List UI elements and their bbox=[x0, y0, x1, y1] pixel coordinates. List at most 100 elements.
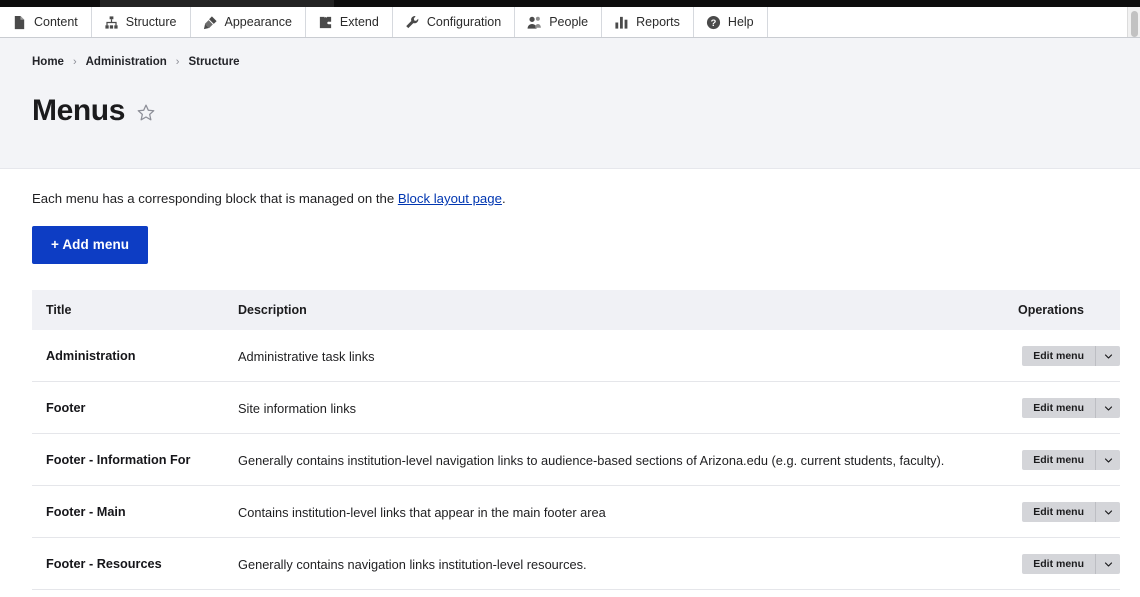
table-row: Footer - Social MediaContains links to s… bbox=[32, 590, 1120, 597]
chevron-down-icon bbox=[1104, 508, 1113, 517]
breadcrumb-item-structure[interactable]: Structure bbox=[188, 56, 239, 68]
menu-title-cell: Footer - Main bbox=[32, 486, 224, 538]
table-row: Footer - MainContains institution-level … bbox=[32, 486, 1120, 538]
chevron-down-icon bbox=[1104, 404, 1113, 413]
page-title: Menus bbox=[32, 96, 125, 126]
operations-toggle-button[interactable] bbox=[1095, 398, 1120, 418]
toolbar-tab-label: Appearance bbox=[225, 16, 292, 29]
operations-toggle-button[interactable] bbox=[1095, 502, 1120, 522]
operations-wrapper: Edit menu bbox=[1004, 450, 1120, 470]
table-row: Footer - Information ForGenerally contai… bbox=[32, 434, 1120, 486]
main-content: Each menu has a corresponding block that… bbox=[0, 169, 1140, 597]
intro-text-suffix: . bbox=[502, 191, 506, 206]
toolbar-tab-label: Extend bbox=[340, 16, 379, 29]
operations-dropbutton[interactable]: Edit menu bbox=[1022, 502, 1120, 522]
page-title-row: Menus bbox=[32, 76, 1140, 146]
operations-wrapper: Edit menu bbox=[1004, 502, 1120, 522]
structure-sitemap-icon bbox=[104, 15, 119, 30]
breadcrumb-separator-icon: › bbox=[73, 56, 77, 68]
toolbar-tab-reports[interactable]: Reports bbox=[602, 7, 694, 37]
toolbar-tab-configuration[interactable]: Configuration bbox=[393, 7, 515, 37]
menu-operations-cell: Edit menu bbox=[1004, 538, 1120, 590]
toolbar-tab-label: Configuration bbox=[427, 16, 501, 29]
admin-top-bar bbox=[0, 0, 1140, 7]
operations-dropbutton[interactable]: Edit menu bbox=[1022, 450, 1120, 470]
column-header-title: Title bbox=[32, 290, 224, 330]
menu-title-cell: Administration bbox=[32, 330, 224, 382]
toolbar-tab-label: Help bbox=[728, 16, 754, 29]
people-users-icon bbox=[527, 15, 542, 30]
toolbar-tab-appearance[interactable]: Appearance bbox=[191, 7, 306, 37]
operations-dropbutton[interactable]: Edit menu bbox=[1022, 554, 1120, 574]
menu-title-cell: Footer - Information For bbox=[32, 434, 224, 486]
table-row: Footer - ResourcesGenerally contains nav… bbox=[32, 538, 1120, 590]
operations-toggle-button[interactable] bbox=[1095, 554, 1120, 574]
add-menu-button[interactable]: + Add menu bbox=[32, 226, 148, 264]
toolbar-tab-structure[interactable]: Structure bbox=[92, 7, 191, 37]
operations-toggle-button[interactable] bbox=[1095, 450, 1120, 470]
menu-description-cell: Administrative task links bbox=[224, 330, 1004, 382]
page-header-band: Home › Administration › Structure Menus bbox=[0, 38, 1140, 169]
configuration-wrench-icon bbox=[405, 15, 420, 30]
menu-description-cell: Contains institution-level links that ap… bbox=[224, 486, 1004, 538]
operations-dropbutton[interactable]: Edit menu bbox=[1022, 346, 1120, 366]
edit-menu-button[interactable]: Edit menu bbox=[1022, 398, 1095, 418]
menu-operations-cell: Edit menu bbox=[1004, 382, 1120, 434]
toolbar-tab-extend[interactable]: Extend bbox=[306, 7, 393, 37]
toolbar-tab-label: Reports bbox=[636, 16, 680, 29]
breadcrumb-item-administration[interactable]: Administration bbox=[86, 56, 167, 68]
menu-operations-cell: Edit menu bbox=[1004, 590, 1120, 597]
intro-text: Each menu has a corresponding block that… bbox=[32, 191, 1120, 206]
block-layout-page-link[interactable]: Block layout page bbox=[398, 191, 502, 206]
star-outline-icon[interactable] bbox=[136, 103, 156, 123]
help-question-icon: ? bbox=[706, 15, 721, 30]
intro-text-prefix: Each menu has a corresponding block that… bbox=[32, 191, 398, 206]
menu-title-cell: Footer - Resources bbox=[32, 538, 224, 590]
menu-operations-cell: Edit menu bbox=[1004, 486, 1120, 538]
chevron-down-icon bbox=[1104, 456, 1113, 465]
edit-menu-button[interactable]: Edit menu bbox=[1022, 554, 1095, 574]
menus-table-head: Title Description Operations bbox=[32, 290, 1120, 330]
toolbar-empty-space bbox=[768, 7, 1140, 37]
svg-text:?: ? bbox=[711, 18, 717, 28]
menu-description-cell: Generally contains navigation links inst… bbox=[224, 538, 1004, 590]
admin-bar-segment bbox=[0, 0, 100, 7]
appearance-paintbrush-icon bbox=[203, 15, 218, 30]
toolbar-tab-help[interactable]: ? Help bbox=[694, 7, 768, 37]
content-page-icon bbox=[12, 15, 27, 30]
breadcrumb: Home › Administration › Structure bbox=[32, 56, 1140, 68]
edit-menu-button[interactable]: Edit menu bbox=[1022, 450, 1095, 470]
edit-menu-button[interactable]: Edit menu bbox=[1022, 346, 1095, 366]
menu-description-cell: Site information links bbox=[224, 382, 1004, 434]
menu-description-cell: Generally contains institution-level nav… bbox=[224, 434, 1004, 486]
menus-table-body: AdministrationAdministrative task links E… bbox=[32, 330, 1120, 597]
menu-title-cell: Footer - Social Media bbox=[32, 590, 224, 597]
toolbar-tab-label: People bbox=[549, 16, 588, 29]
chevron-down-icon bbox=[1104, 560, 1113, 569]
admin-toolbar: Content Structure Appearance bbox=[0, 7, 1140, 38]
column-header-description: Description bbox=[224, 290, 1004, 330]
menu-operations-cell: Edit menu bbox=[1004, 330, 1120, 382]
table-row: FooterSite information linksEdit menu bbox=[32, 382, 1120, 434]
page-scrollbar-thumb[interactable] bbox=[1131, 11, 1138, 37]
operations-toggle-button[interactable] bbox=[1095, 346, 1120, 366]
breadcrumb-item-home[interactable]: Home bbox=[32, 56, 64, 68]
operations-wrapper: Edit menu bbox=[1004, 346, 1120, 366]
breadcrumb-separator-icon: › bbox=[176, 56, 180, 68]
operations-dropbutton[interactable]: Edit menu bbox=[1022, 398, 1120, 418]
admin-bar-segment-active bbox=[100, 0, 334, 7]
table-header-row: Title Description Operations bbox=[32, 290, 1120, 330]
admin-bar-segment bbox=[334, 0, 1140, 7]
toolbar-tab-label: Content bbox=[34, 16, 78, 29]
toolbar-tab-content[interactable]: Content bbox=[0, 7, 92, 37]
operations-wrapper: Edit menu bbox=[1004, 398, 1120, 418]
edit-menu-button[interactable]: Edit menu bbox=[1022, 502, 1095, 522]
menus-table: Title Description Operations Administrat… bbox=[32, 290, 1120, 597]
toolbar-tab-people[interactable]: People bbox=[515, 7, 602, 37]
extend-puzzle-icon bbox=[318, 15, 333, 30]
toolbar-tab-label: Structure bbox=[126, 16, 177, 29]
page-scrollbar[interactable] bbox=[1127, 7, 1140, 37]
menu-operations-cell: Edit menu bbox=[1004, 434, 1120, 486]
table-row: AdministrationAdministrative task links E… bbox=[32, 330, 1120, 382]
reports-bars-icon bbox=[614, 15, 629, 30]
